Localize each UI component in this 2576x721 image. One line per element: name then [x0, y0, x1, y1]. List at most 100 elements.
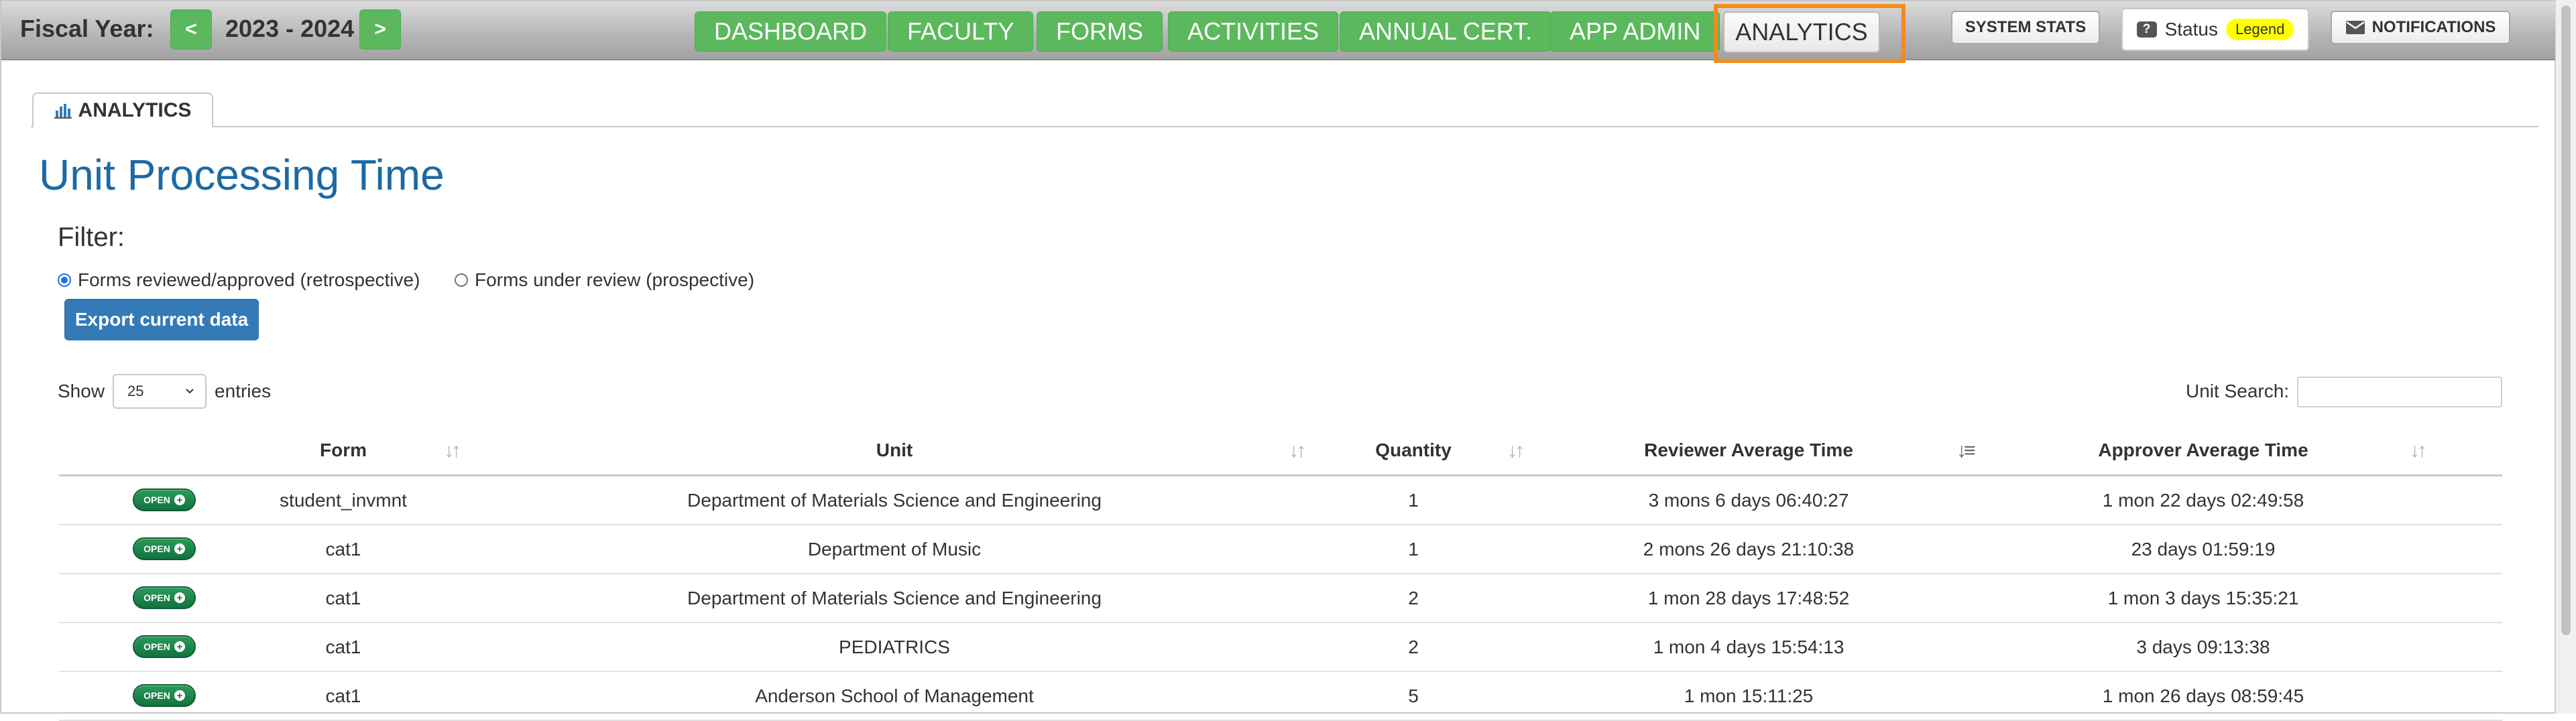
cell-form: cat1	[325, 685, 361, 706]
tab-analytics[interactable]: ANALYTICS	[32, 92, 213, 127]
page-size-select[interactable]: 25	[113, 374, 207, 409]
table-row: OPEN + student_invmnt Department of Materia…	[59, 476, 2502, 525]
cell-quantity: 2	[1408, 636, 1419, 657]
sort-icon[interactable]: ↓↑	[1289, 440, 1306, 462]
status-label: Status	[2164, 19, 2218, 40]
cell-quantity: 1	[1408, 489, 1419, 511]
page-title: Unit Processing Time	[39, 151, 445, 199]
table-row: OPEN + cat1 Department of Music 1 2 mons 26 d…	[59, 525, 2502, 574]
page: Fiscal Year: < 2023 - 2024 > DASHBOARD F…	[0, 0, 2557, 721]
export-button[interactable]: Export current data	[64, 299, 259, 340]
cell-approver: 1 mon 22 days 02:49:58	[2102, 489, 2304, 511]
table-row: OPEN + cat1 Anderson School of Management 5 1…	[59, 672, 2502, 721]
radio-retrospective[interactable]: Forms reviewed/approved (retrospective)	[58, 269, 420, 291]
col-reviewer-header[interactable]: Reviewer Average Time	[1615, 426, 1883, 474]
vertical-scrollbar[interactable]	[2555, 0, 2576, 714]
fiscal-year-next-button[interactable]: >	[359, 9, 401, 50]
cell-unit: Department of Music	[807, 538, 982, 560]
cell-quantity: 2	[1408, 587, 1419, 608]
question-icon: ?	[2136, 21, 2157, 38]
envelope-icon	[2345, 21, 2365, 34]
table-body: OPEN + student_invmnt Department of Materia…	[59, 476, 2502, 721]
tab-analytics-label: ANALYTICS	[78, 99, 192, 121]
fiscal-year-prev-button[interactable]: <	[170, 9, 212, 50]
cell-quantity: 1	[1408, 538, 1419, 560]
radio-retrospective-label: Forms reviewed/approved (retrospective)	[78, 269, 420, 290]
open-label: OPEN	[143, 592, 170, 603]
cell-form: cat1	[325, 636, 361, 657]
cell-unit: Department of Materials Science and Engi…	[687, 489, 1102, 511]
table-row: OPEN + cat1 Department of Materials Science…	[59, 574, 2502, 623]
sort-icon[interactable]: ↓↑	[1507, 440, 1525, 462]
cell-form: cat1	[325, 587, 361, 608]
nav-faculty-label: FACULTY	[907, 17, 1014, 45]
col-form-header[interactable]: Form	[276, 426, 410, 474]
page-size-control: Show 25 entries	[58, 374, 271, 409]
cell-approver: 3 days 09:13:38	[2136, 636, 2270, 657]
sort-desc-icon[interactable]: ↓≡	[1956, 440, 1975, 462]
notifications-button[interactable]: NOTIFICATIONS	[2331, 11, 2510, 44]
sort-icon[interactable]: ↓↑	[444, 440, 461, 462]
radio-prospective[interactable]: Forms under review (prospective)	[455, 269, 754, 291]
cell-unit: Department of Materials Science and Engi…	[687, 587, 1102, 608]
cell-reviewer: 1 mon 15:11:25	[1684, 685, 1814, 706]
col-unit-label: Unit	[876, 440, 913, 460]
radio-retrospective-input[interactable]	[58, 273, 71, 287]
col-quantity-header[interactable]: Quantity	[1360, 426, 1467, 474]
bar-chart-icon	[54, 104, 72, 119]
nav-app-admin[interactable]: APP ADMIN	[1550, 11, 1720, 52]
cell-approver: 23 days 01:59:19	[2131, 538, 2276, 560]
open-label: OPEN	[143, 543, 170, 554]
tab-divider	[31, 126, 2538, 127]
cell-unit: Anderson School of Management	[755, 685, 1034, 706]
col-approver-header[interactable]: Approver Average Time	[2069, 426, 2337, 474]
cell-reviewer: 3 mons 6 days 06:40:27	[1648, 489, 1849, 511]
status-legend[interactable]: ? Status Legend	[2121, 8, 2309, 51]
open-label: OPEN	[143, 641, 170, 652]
radio-prospective-input[interactable]	[455, 273, 468, 287]
nav-annual-cert[interactable]: ANNUAL CERT.	[1340, 11, 1552, 52]
top-navbar: Fiscal Year: < 2023 - 2024 > DASHBOARD F…	[1, 1, 2557, 63]
cell-approver: 1 mon 3 days 15:35:21	[2107, 587, 2299, 608]
nav-dashboard[interactable]: DASHBOARD	[695, 11, 887, 52]
unit-search-input[interactable]	[2297, 377, 2502, 407]
open-label: OPEN	[143, 495, 170, 505]
cell-form: student_invmnt	[280, 489, 407, 511]
entries-label: entries	[215, 381, 272, 401]
fiscal-year-value: 2023 - 2024	[225, 15, 355, 42]
radio-prospective-label: Forms under review (prospective)	[475, 269, 755, 290]
chevron-down-icon	[186, 389, 194, 394]
show-label: Show	[58, 381, 105, 401]
cell-reviewer: 1 mon 4 days 15:54:13	[1653, 636, 1845, 657]
cell-unit: PEDIATRICS	[839, 636, 950, 657]
nav-faculty[interactable]: FACULTY	[888, 11, 1034, 52]
col-approver-label: Approver Average Time	[2098, 440, 2308, 460]
col-form-label: Form	[320, 440, 367, 460]
unit-search-label: Unit Search:	[2186, 381, 2290, 401]
open-label: OPEN	[143, 690, 170, 701]
nav-dashboard-label: DASHBOARD	[714, 17, 868, 45]
processing-time-table: Form ↓↑ Unit ↓↑ Quantity ↓↑ Reviewer Ave…	[59, 426, 2502, 721]
nav-analytics[interactable]: ANALYTICS	[1723, 11, 1880, 53]
nav-annual-cert-label: ANNUAL CERT.	[1359, 17, 1533, 45]
filter-label: Filter:	[58, 222, 125, 252]
cell-approver: 1 mon 26 days 08:59:45	[2102, 685, 2304, 706]
table-header: Form ↓↑ Unit ↓↑ Quantity ↓↑ Reviewer Ave…	[59, 426, 2502, 476]
fiscal-year-label: Fiscal Year:	[20, 15, 154, 42]
system-stats-button[interactable]: SYSTEM STATS	[1951, 11, 2100, 44]
page-size-value: 25	[127, 383, 144, 399]
cell-quantity: 5	[1408, 685, 1419, 706]
legend-badge: Legend	[2225, 19, 2294, 40]
col-quantity-label: Quantity	[1375, 440, 1452, 460]
notifications-label: NOTIFICATIONS	[2372, 18, 2496, 36]
cell-reviewer: 2 mons 26 days 21:10:38	[1643, 538, 1855, 560]
nav-app-admin-label: APP ADMIN	[1570, 17, 1701, 45]
col-reviewer-label: Reviewer Average Time	[1644, 440, 1853, 460]
nav-activities[interactable]: ACTIVITIES	[1168, 11, 1339, 52]
sort-icon[interactable]: ↓↑	[2410, 440, 2427, 462]
cell-reviewer: 1 mon 28 days 17:48:52	[1647, 587, 1850, 608]
col-unit-header[interactable]: Unit	[841, 426, 948, 474]
scrollbar-thumb[interactable]	[2561, 5, 2571, 635]
nav-forms[interactable]: FORMS	[1037, 11, 1163, 52]
nav-forms-label: FORMS	[1056, 17, 1143, 45]
